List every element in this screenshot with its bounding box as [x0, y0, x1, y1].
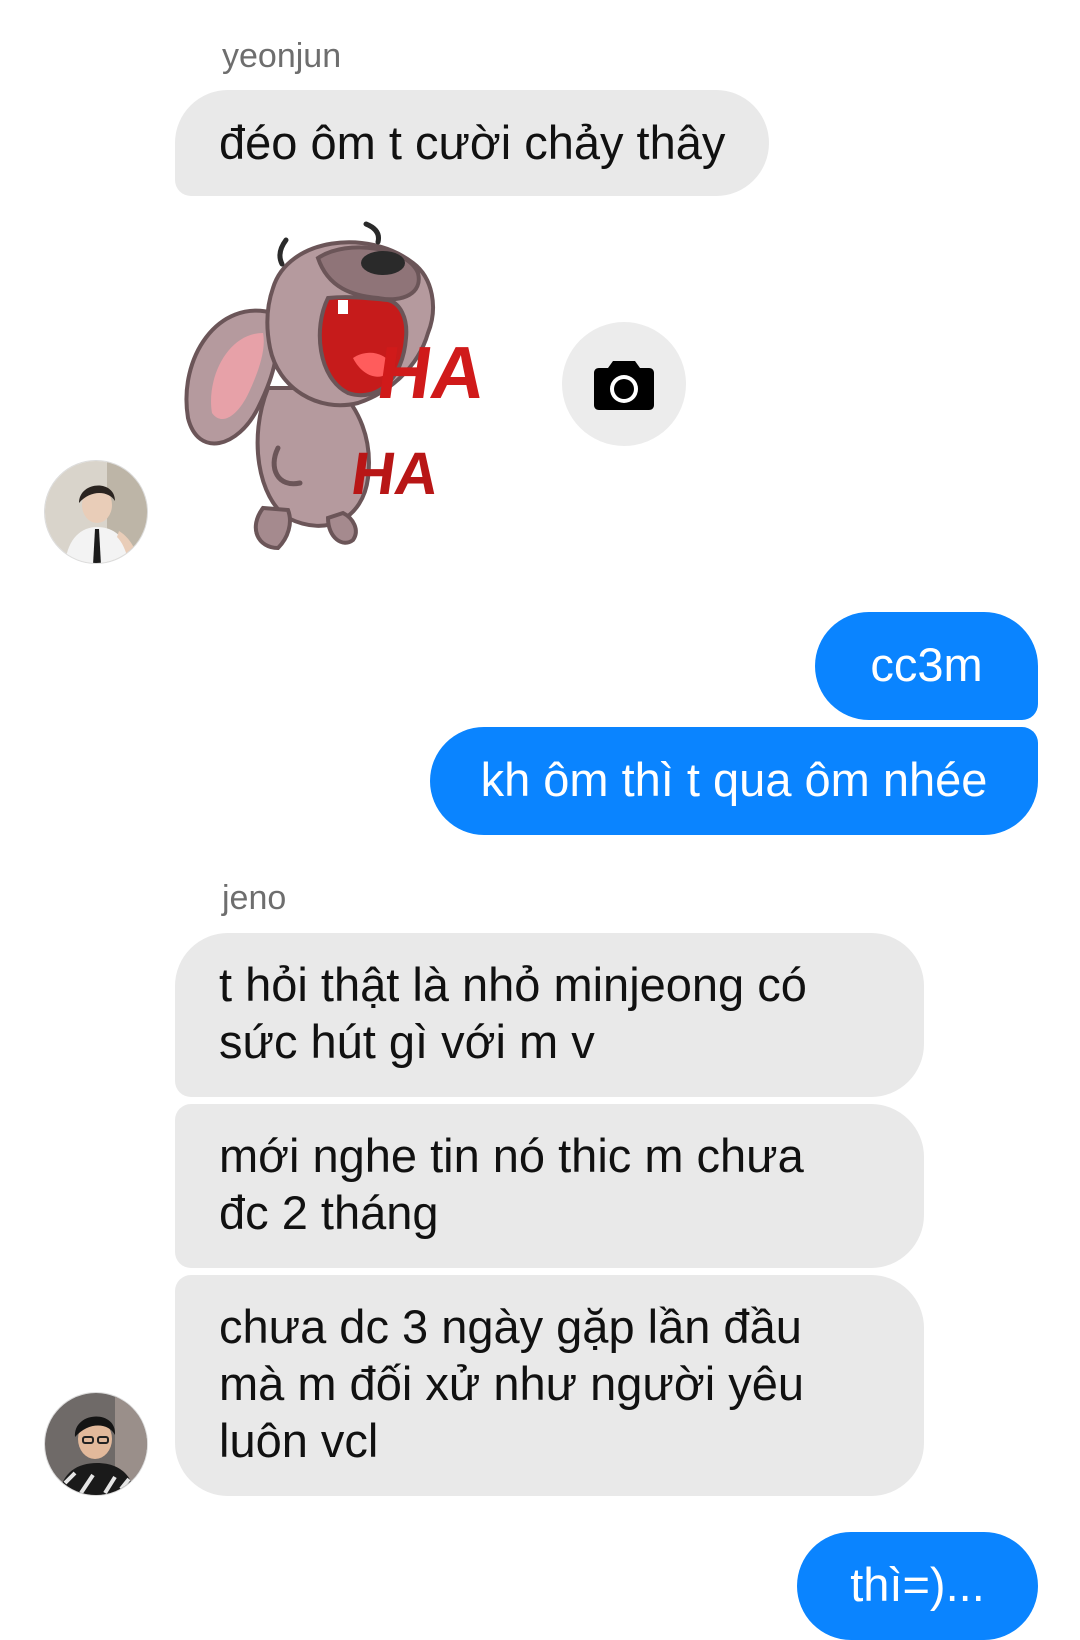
message-bubble-incoming[interactable]: đéo ôm t cười chảy thây	[175, 90, 770, 196]
message-text-line: luôn vcl	[219, 1414, 379, 1467]
message-text: đéo ôm t cười chảy thây	[219, 116, 726, 169]
message-text: kh ôm thì t qua ôm nhée	[480, 753, 988, 806]
message-text-line: mới nghe tin nó thic m chưa	[219, 1129, 804, 1182]
message-text: cc3m	[870, 638, 983, 691]
camera-button[interactable]	[562, 322, 686, 446]
message-text-line: mà m đối xử như người yêu	[219, 1357, 804, 1410]
message-bubble-incoming[interactable]: t hỏi thật là nhỏ minjeong có sức hút gì…	[175, 933, 924, 1097]
message-text-line: chưa dc 3 ngày gặp lần đầu	[219, 1300, 802, 1353]
chat-thread[interactable]: yeonjun đéo ôm t cười chảy thây HA HA cc…	[0, 0, 1080, 1640]
camera-icon	[594, 361, 654, 410]
message-bubble-outgoing[interactable]: kh ôm thì t qua ôm nhée	[430, 727, 1038, 835]
message-text-line: đc 2 tháng	[219, 1186, 439, 1239]
message-bubble-incoming[interactable]: chưa dc 3 ngày gặp lần đầu mà m đối xử n…	[175, 1275, 924, 1496]
message-bubble-outgoing[interactable]: cc3m	[815, 612, 1038, 720]
message-bubble-outgoing[interactable]: thì=)...	[797, 1532, 1038, 1640]
profile-photo-jeno-icon	[45, 1393, 147, 1495]
sender-name-yeonjun: yeonjun	[222, 37, 342, 75]
message-text-line: sức hút gì với m v	[219, 1015, 595, 1068]
avatar-jeno[interactable]	[44, 1392, 148, 1496]
sticker-text-ha-2: HA	[347, 439, 443, 507]
sender-name-jeno: jeno	[222, 879, 287, 917]
profile-photo-yeonjun-icon	[45, 461, 147, 563]
sticker-text-ha-1: HA	[372, 331, 490, 414]
message-bubble-incoming[interactable]: mới nghe tin nó thic m chưa đc 2 tháng	[175, 1104, 924, 1268]
message-text: thì=)...	[850, 1558, 985, 1611]
avatar-yeonjun[interactable]	[44, 460, 148, 564]
laughing-dog-sticker[interactable]: HA HA	[178, 218, 538, 558]
message-text-line: t hỏi thật là nhỏ minjeong có	[219, 958, 807, 1011]
